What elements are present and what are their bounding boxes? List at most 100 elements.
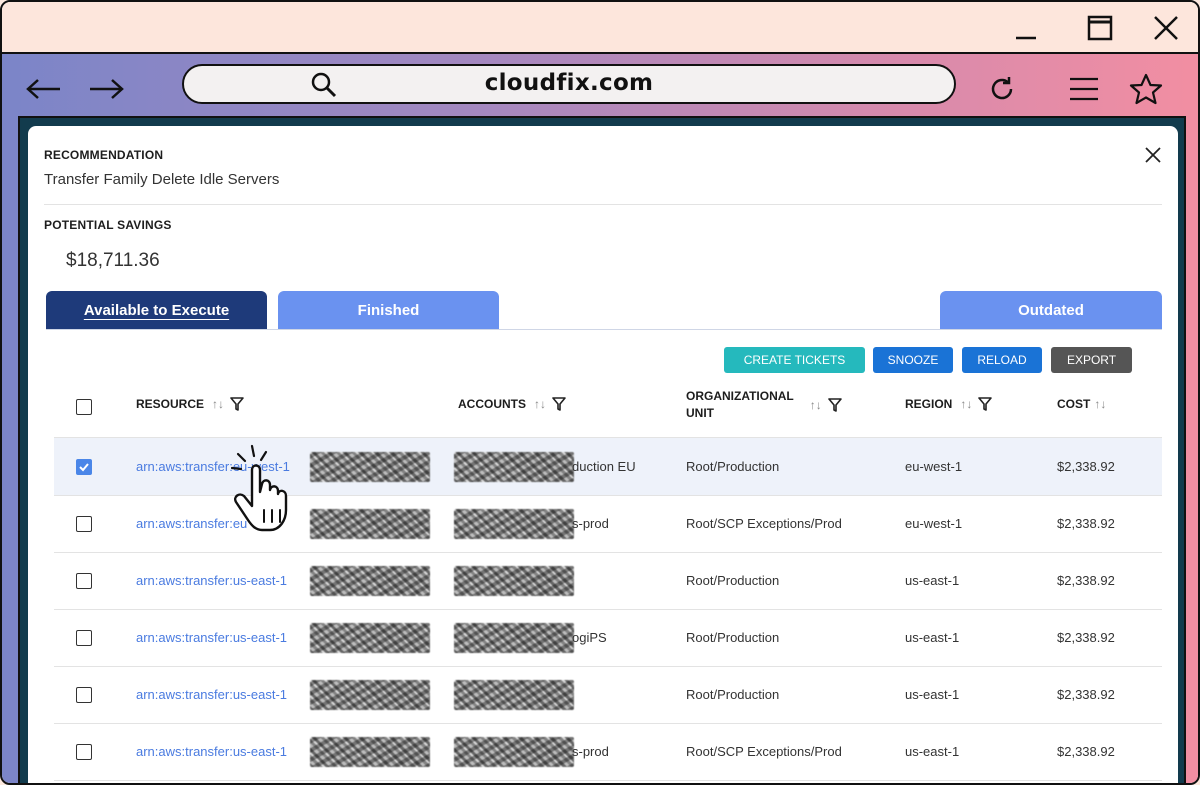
savings-label: POTENTIAL SAVINGS bbox=[44, 218, 172, 232]
redacted-block bbox=[310, 509, 430, 539]
cost-cell: $2,338.92 bbox=[1057, 630, 1115, 645]
browser-toolbar: cloudfix.com RECOMMENDATION Transfer Fam… bbox=[2, 54, 1198, 783]
account-cell: duction EU bbox=[572, 459, 636, 474]
sort-icon[interactable]: ↑↓ bbox=[960, 397, 972, 411]
resource-link[interactable]: arn:aws:transfer:us-east-1 bbox=[136, 552, 287, 609]
region-cell: us-east-1 bbox=[905, 573, 960, 588]
redacted-block bbox=[454, 509, 574, 539]
refresh-button[interactable] bbox=[982, 72, 1022, 106]
filter-icon[interactable] bbox=[978, 397, 993, 411]
account-cell: ogiPS bbox=[572, 630, 607, 645]
header-cost[interactable]: COST ↑↓ bbox=[1057, 397, 1106, 411]
export-button[interactable]: EXPORT bbox=[1051, 347, 1132, 373]
redacted-block bbox=[454, 680, 574, 710]
row-checkbox[interactable] bbox=[76, 630, 92, 646]
sort-icon[interactable]: ↑↓ bbox=[534, 397, 546, 411]
title-bar bbox=[2, 2, 1198, 54]
table-row[interactable]: arn:aws:transfer:eu s-prod Root/SCP Exce… bbox=[54, 495, 1162, 553]
check-icon bbox=[79, 463, 89, 472]
minimize-icon bbox=[1016, 36, 1036, 40]
redacted-block bbox=[310, 452, 430, 482]
resource-link[interactable]: arn:aws:transfer:us-east-1 bbox=[136, 609, 287, 666]
savings-value: $18,711.36 bbox=[66, 250, 160, 271]
region-cell: eu-west-1 bbox=[905, 459, 963, 474]
bookmark-button[interactable] bbox=[1126, 72, 1166, 106]
sort-icon[interactable]: ↑↓ bbox=[212, 397, 224, 411]
org-unit-cell: Root/Production bbox=[686, 573, 780, 588]
region-cell: eu-west-1 bbox=[905, 516, 963, 531]
table-row[interactable]: arn:aws:transfer:us-east-1 Root/Producti… bbox=[54, 666, 1162, 724]
tab-label: Available to Execute bbox=[83, 301, 230, 319]
filter-icon[interactable] bbox=[827, 398, 842, 412]
header-org-unit-line2: UNIT bbox=[686, 406, 714, 420]
redacted-block bbox=[454, 737, 574, 767]
redacted-block bbox=[310, 623, 430, 653]
browser-window: cloudfix.com RECOMMENDATION Transfer Fam… bbox=[0, 0, 1200, 785]
sort-icon[interactable]: ↑↓ bbox=[1094, 397, 1106, 411]
divider bbox=[44, 204, 1162, 205]
header-org-unit[interactable]: ORGANIZATIONAL UNIT ↑↓ bbox=[686, 388, 842, 422]
url-text: cloudfix.com bbox=[484, 70, 654, 96]
menu-button[interactable] bbox=[1064, 72, 1104, 106]
menu-icon bbox=[1070, 77, 1098, 101]
star-icon bbox=[1129, 73, 1163, 105]
account-cell: s-prod bbox=[572, 516, 609, 531]
cost-cell: $2,338.92 bbox=[1057, 516, 1115, 531]
maximize-button[interactable] bbox=[1082, 10, 1118, 46]
org-unit-cell: Root/Production bbox=[686, 630, 780, 645]
region-cell: us-east-1 bbox=[905, 687, 960, 702]
back-button[interactable] bbox=[24, 72, 64, 106]
window-close-button[interactable] bbox=[1148, 10, 1184, 46]
window-close-icon bbox=[1154, 16, 1178, 40]
header-resource-label: RESOURCE bbox=[136, 397, 205, 411]
redacted-block bbox=[454, 623, 574, 653]
header-resource[interactable]: RESOURCE ↑↓ bbox=[136, 397, 244, 411]
reload-button[interactable]: RELOAD bbox=[962, 347, 1042, 373]
sort-icon[interactable]: ↑↓ bbox=[810, 398, 822, 412]
org-unit-cell: Root/Production bbox=[686, 459, 780, 474]
redacted-block bbox=[454, 452, 574, 482]
minimize-button[interactable] bbox=[1008, 10, 1044, 46]
row-checkbox[interactable] bbox=[76, 573, 92, 589]
snooze-button[interactable]: SNOOZE bbox=[873, 347, 953, 373]
tab-divider bbox=[46, 329, 1162, 330]
row-checkbox[interactable] bbox=[76, 744, 92, 760]
forward-button[interactable] bbox=[86, 72, 126, 106]
redacted-block bbox=[310, 737, 430, 767]
tab-outdated[interactable]: Outdated bbox=[940, 291, 1162, 329]
region-cell: us-east-1 bbox=[905, 744, 960, 759]
address-bar[interactable]: cloudfix.com bbox=[182, 64, 956, 104]
header-accounts-label: ACCOUNTS bbox=[458, 397, 526, 411]
page-viewport: RECOMMENDATION Transfer Family Delete Id… bbox=[18, 116, 1186, 783]
redacted-block bbox=[310, 680, 430, 710]
back-arrow-icon bbox=[26, 79, 60, 99]
row-checkbox[interactable] bbox=[76, 459, 92, 475]
panel-close-button[interactable] bbox=[1142, 144, 1164, 166]
cost-cell: $2,338.92 bbox=[1057, 573, 1115, 588]
select-all-checkbox[interactable] bbox=[76, 399, 92, 415]
cost-cell: $2,338.92 bbox=[1057, 687, 1115, 702]
filter-icon[interactable] bbox=[552, 397, 566, 411]
row-checkbox[interactable] bbox=[76, 687, 92, 703]
tab-available-to-execute[interactable]: Available to Execute bbox=[46, 291, 267, 329]
table-row[interactable]: arn:aws:transfer:eu-west-1 duction EU Ro… bbox=[54, 438, 1162, 496]
refresh-icon bbox=[991, 77, 1013, 100]
tab-label: Outdated bbox=[1018, 301, 1084, 319]
table-row[interactable]: arn:aws:transfer:us-east-1 Root/Producti… bbox=[54, 552, 1162, 610]
row-checkbox[interactable] bbox=[76, 516, 92, 532]
region-cell: us-east-1 bbox=[905, 630, 960, 645]
recommendation-title: Transfer Family Delete Idle Servers bbox=[44, 171, 280, 188]
filter-icon[interactable] bbox=[230, 397, 244, 411]
tab-finished[interactable]: Finished bbox=[278, 291, 499, 329]
header-org-unit-line1: ORGANIZATIONAL bbox=[686, 389, 794, 403]
resource-link[interactable]: arn:aws:transfer:us-east-1 bbox=[136, 666, 287, 723]
create-tickets-button[interactable]: CREATE TICKETS bbox=[724, 347, 865, 373]
header-accounts[interactable]: ACCOUNTS ↑↓ bbox=[458, 397, 566, 411]
table-row[interactable]: arn:aws:transfer:us-east-1 s-prod Root/S… bbox=[54, 723, 1162, 781]
header-cost-label: COST bbox=[1057, 397, 1091, 411]
recommendation-label: RECOMMENDATION bbox=[44, 148, 164, 162]
org-unit-cell: Root/SCP Exceptions/Prod bbox=[686, 516, 842, 531]
table-row[interactable]: arn:aws:transfer:us-east-1 ogiPS Root/Pr… bbox=[54, 609, 1162, 667]
resource-link[interactable]: arn:aws:transfer:us-east-1 bbox=[136, 723, 287, 780]
header-region[interactable]: REGION ↑↓ bbox=[905, 397, 993, 411]
